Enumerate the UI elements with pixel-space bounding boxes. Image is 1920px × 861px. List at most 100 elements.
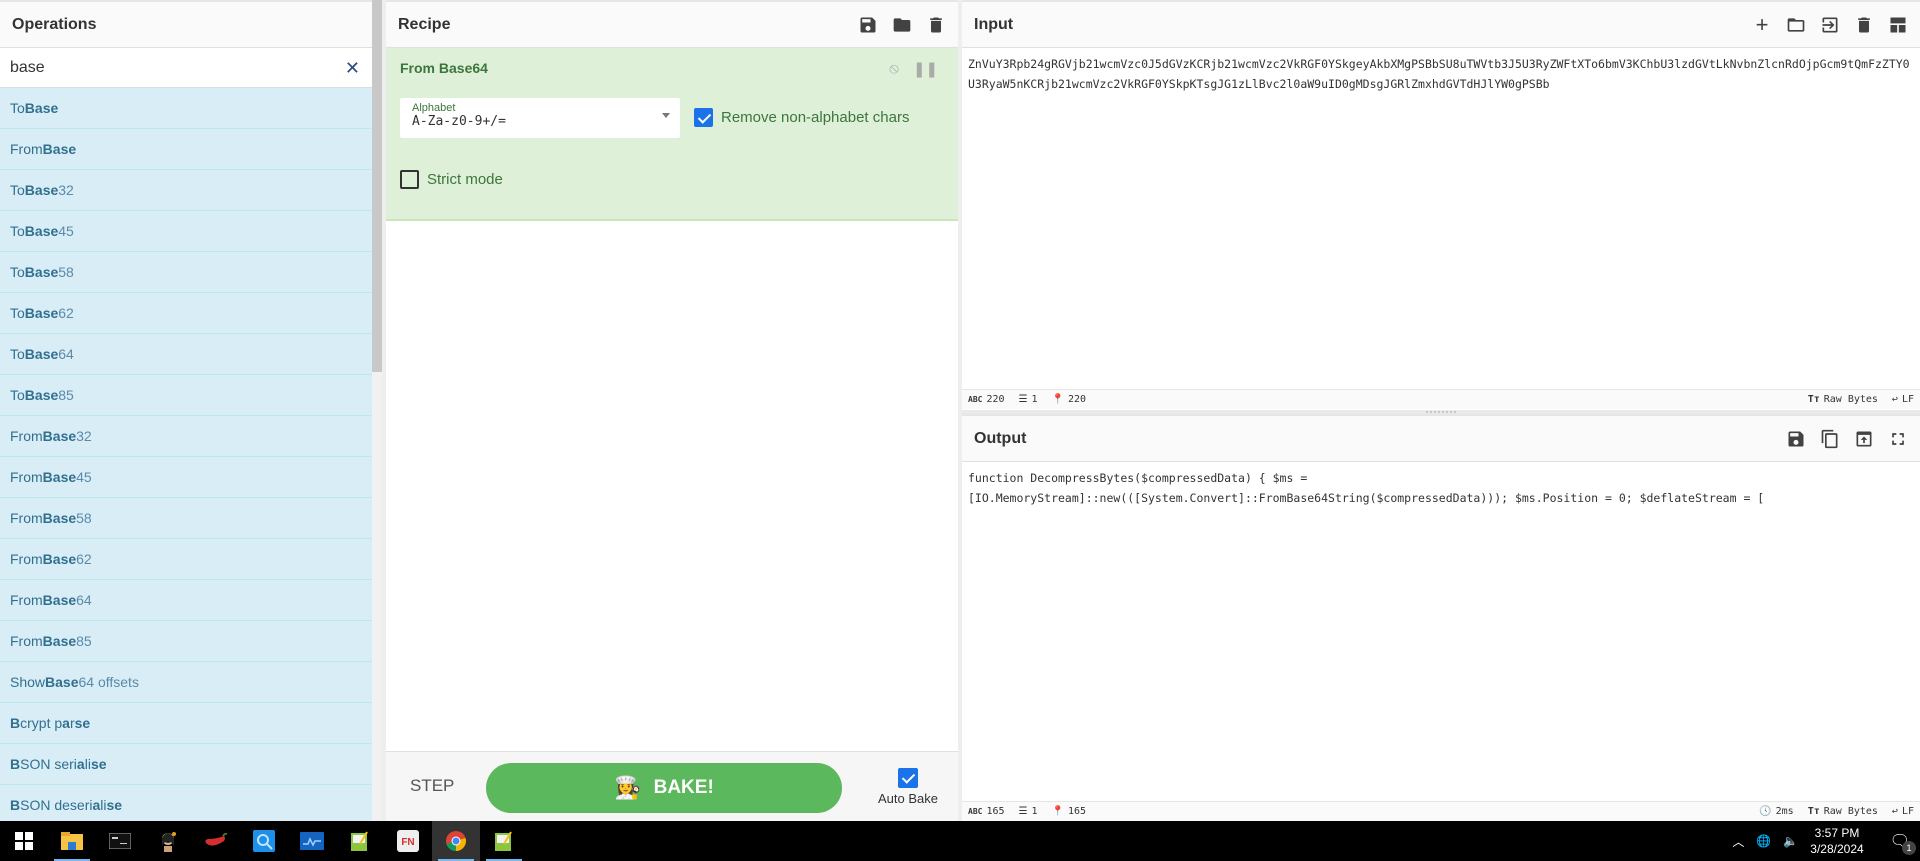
operation-list-item[interactable]: To Base 64 [0,334,372,375]
monitor-app-icon [300,832,324,850]
checkbox-unchecked[interactable] [400,170,419,189]
replace-input-icon[interactable] [1852,427,1876,451]
operation-list-item[interactable]: From Base 62 [0,539,372,580]
alphabet-select[interactable]: Alphabet A-Za-z0-9+/= [400,98,680,138]
scrollbar-thumb[interactable] [372,0,382,372]
taskbar-search-app[interactable] [240,821,288,861]
op-prefix: To [10,100,25,116]
input-panel: Input + ZnVuY3Rpb24gRGVjb21wcmVzc0J5dGVz… [962,0,1920,410]
op-suffix: 64 [58,346,74,362]
text-size-icon: Tт [1807,806,1820,817]
taskbar-chrome[interactable] [432,821,480,861]
operation-list-item[interactable]: B SON deseri a li se [0,785,372,821]
folder-icon[interactable] [1784,13,1808,37]
taskbar-portrait-app[interactable] [144,821,192,861]
fn-app-icon: FN [397,830,419,852]
op-prefix: To [10,305,25,321]
op-match: Base [24,387,59,403]
strict-mode-checkbox[interactable]: Strict mode [400,170,503,189]
input-textarea[interactable]: ZnVuY3Rpb24gRGVjb21wcmVzc0J5dGVzKCRjb21w… [962,48,1920,100]
resize-grip[interactable] [1426,411,1456,413]
op-match: Base [42,141,77,157]
close-icon[interactable]: ✕ [345,58,360,79]
taskbar-terminal[interactable] [96,821,144,861]
disable-icon[interactable]: ⦸ [889,60,899,78]
taskbar-file-explorer[interactable] [48,821,96,861]
taskbar-chili-app[interactable] [192,821,240,861]
terminal-icon [109,833,131,849]
taskbar-fn-app[interactable]: FN [384,821,432,861]
plus-icon[interactable]: + [1750,12,1774,37]
operations-list: To Base From Base To Base 32 To Base 45 To Bas… [0,88,372,821]
operations-search-input[interactable] [10,58,330,77]
start-icon [15,832,33,850]
cursor-position: 📍 165 [1051,806,1087,817]
operation-list-item[interactable]: From Base 64 [0,580,372,621]
operation-list-item[interactable]: Bcrypt p a r se [0,703,372,744]
op-suffix: 58 [76,510,92,526]
import-icon[interactable] [1818,13,1842,37]
operations-scrollbar[interactable] [372,0,382,821]
recipe-operation-from-base64[interactable]: From Base64 ⦸ ❚❚ Alphabet A-Za-z0-9+/= R… [386,48,958,221]
breakpoint-icon[interactable]: ❚❚ [913,60,938,78]
chevron-up-icon[interactable]: ︿ [1732,833,1744,850]
step-button[interactable]: STEP [410,776,454,796]
op-match: Base [24,264,59,280]
clock-date: 3/28/2024 [1810,842,1864,856]
trash-icon[interactable] [1852,13,1876,37]
trash-icon[interactable] [924,13,948,37]
auto-bake-checkbox[interactable] [898,768,918,788]
chevron-down-icon[interactable] [662,113,670,118]
operation-list-item[interactable]: B SON seri a li se [0,744,372,785]
taskbar-notepad-2[interactable] [480,821,528,861]
folder-icon[interactable] [890,13,914,37]
op-match: Base [45,674,79,690]
save-icon[interactable] [856,13,880,37]
operation-list-item[interactable]: To Base 85 [0,375,372,416]
maximise-icon[interactable] [1886,427,1910,451]
text-size-icon: Tт [1807,394,1820,405]
bake-button[interactable]: 👩‍🍳 BAKE! [486,763,842,813]
recipe-header: Recipe [386,0,958,48]
volume-icon[interactable]: 🔈 [1783,834,1798,848]
copy-icon[interactable] [1818,427,1842,451]
input-header: Input + [962,0,1920,48]
operation-list-item[interactable]: From Base 85 [0,621,372,662]
op-match: Base [24,223,59,239]
alphabet-value: A-Za-z0-9+/= [412,114,506,129]
taskbar-monitor-app[interactable] [288,821,336,861]
auto-bake-toggle[interactable]: Auto Bake [870,768,946,806]
operation-name: From Base64 [400,60,488,76]
notification-icon[interactable]: 🗨 1 [1890,831,1916,855]
taskbar-notepad[interactable] [336,821,384,861]
output-text[interactable]: function DecompressBytes($compressedData… [962,462,1920,514]
layout-icon[interactable] [1886,13,1910,37]
operation-list-item[interactable]: Show Base 64 offsets [0,662,372,703]
network-icon[interactable]: 🌐 [1756,834,1771,848]
operation-list-item[interactable]: To Base 32 [0,170,372,211]
remove-non-alphabet-label: Remove non-alphabet chars [721,109,910,126]
checkbox-checked[interactable] [694,108,713,127]
remove-non-alphabet-checkbox[interactable]: Remove non-alphabet chars [694,108,909,127]
chef-icon: 👩‍🍳 [614,775,642,800]
operation-list-item[interactable]: From Base 32 [0,416,372,457]
operation-list-item[interactable]: To Base 58 [0,252,372,293]
start-button[interactable] [0,821,48,861]
eol-selector[interactable]: ↩ LF [1892,394,1914,405]
operation-list-item[interactable]: To Base 62 [0,293,372,334]
encoding-selector[interactable]: Tт Raw Bytes [1808,394,1878,405]
encoding-selector[interactable]: Tт Raw Bytes [1808,806,1878,817]
operation-list-item[interactable]: From Base [0,129,372,170]
op-match: Base [42,510,77,526]
op-suffix: 32 [76,428,92,444]
save-icon[interactable] [1784,427,1808,451]
output-panel: Output function DecompressBytes($compres… [962,414,1920,821]
eol-selector[interactable]: ↩ LF [1892,806,1914,817]
operation-list-item[interactable]: From Base 58 [0,498,372,539]
clock[interactable]: 3:57 PM 3/28/2024 [1810,825,1863,857]
clock-time: 3:57 PM [1814,826,1860,840]
operation-list-item[interactable]: To Base 45 [0,211,372,252]
operation-list-item[interactable]: From Base 45 [0,457,372,498]
recipe-title: Recipe [398,15,451,33]
operation-list-item[interactable]: To Base [0,88,372,129]
